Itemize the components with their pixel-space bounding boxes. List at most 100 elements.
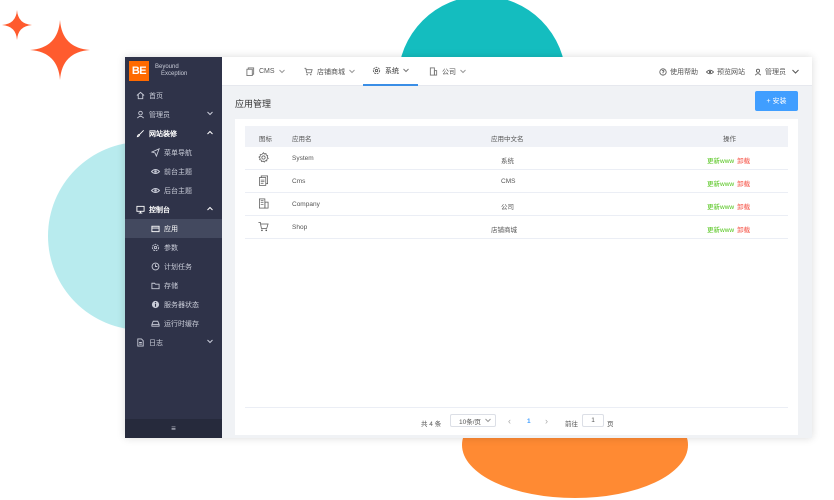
sidebar-item-admin[interactable]: 管理员 xyxy=(125,105,222,124)
logo-line1: Beyound xyxy=(155,63,179,70)
sidebar-item-label: 计划任务 xyxy=(164,263,192,271)
eye-icon xyxy=(149,186,161,195)
cart-icon xyxy=(304,67,313,76)
install-button[interactable]: + 安装 xyxy=(755,91,798,111)
sidebar-item-label: 首页 xyxy=(149,92,163,100)
sidebar-item-label: 菜单导航 xyxy=(164,149,192,157)
brush-icon xyxy=(134,129,146,138)
sidebar-item-label: 参数 xyxy=(164,244,178,252)
update-link[interactable]: 更新www xyxy=(707,204,734,211)
chevron-down-icon xyxy=(403,68,409,73)
app-cn-name: CMS xyxy=(501,178,516,185)
building-icon xyxy=(258,198,269,211)
next-page-button[interactable]: › xyxy=(545,416,548,426)
tab-label: CMS xyxy=(259,68,275,75)
tab-system[interactable]: 系统 xyxy=(363,57,418,86)
sidebar-item-site-decor[interactable]: 网站装修 xyxy=(125,124,222,143)
user-icon xyxy=(134,110,146,119)
gear-icon xyxy=(149,243,161,252)
update-link[interactable]: 更新www xyxy=(707,181,734,188)
sidebar-item-label: 存储 xyxy=(164,282,178,290)
uninstall-link[interactable]: 卸载 xyxy=(737,227,750,234)
chevron-up-icon xyxy=(207,130,213,137)
app-name: Cms xyxy=(292,178,306,185)
send-icon xyxy=(149,148,161,157)
table-row: System 系统 更新www 卸载 xyxy=(245,147,788,170)
sidebar-item-params[interactable]: 参数 xyxy=(125,238,222,257)
tab-label: 店铺商城 xyxy=(317,68,345,76)
table-header: 图标 应用名 应用中文名 操作 xyxy=(245,126,788,147)
chevron-up-icon xyxy=(207,206,213,213)
sidebar-item-apps[interactable]: 应用 xyxy=(125,219,222,238)
sidebar-item-storage[interactable]: 存储 xyxy=(125,276,222,295)
sidebar-item-front-theme[interactable]: 前台主题 xyxy=(125,162,222,181)
sidebar-item-label: 网站装修 xyxy=(149,130,177,138)
sidebar-collapse-button[interactable]: ≡ xyxy=(125,419,222,438)
page-size-select[interactable]: 10条/页 xyxy=(450,414,496,427)
chevron-down-icon xyxy=(792,69,799,74)
logo[interactable]: BE Beyound Exception xyxy=(125,57,222,84)
documents-icon xyxy=(258,175,269,188)
topbar: CMS 店铺商城 系统 公司 使用帮助 预览网站 管理员 xyxy=(222,57,812,86)
sidebar-item-console[interactable]: 控制台 xyxy=(125,200,222,219)
eye-icon xyxy=(149,167,161,176)
tab-company[interactable]: 公司 xyxy=(429,57,466,86)
sidebar-item-label: 运行时缓存 xyxy=(164,320,199,328)
update-link[interactable]: 更新www xyxy=(707,227,734,234)
page-title: 应用管理 xyxy=(235,99,272,109)
logo-line2: Exception xyxy=(161,70,188,77)
building-icon xyxy=(429,67,438,76)
gear-icon xyxy=(258,152,269,165)
sidebar-item-label: 服务器状态 xyxy=(164,301,199,309)
help-link[interactable]: 使用帮助 xyxy=(659,57,698,86)
chevron-down-icon xyxy=(207,339,213,346)
eye-icon xyxy=(706,68,714,76)
clock-icon xyxy=(149,262,161,271)
tab-cms[interactable]: CMS xyxy=(246,57,285,86)
uninstall-link[interactable]: 卸载 xyxy=(737,204,750,211)
app-cn-name: 公司 xyxy=(501,204,514,211)
pagination: 共 4 条 10条/页 ‹ 1 › 前往 1 页 xyxy=(245,407,788,431)
sidebar-item-menu-nav[interactable]: 菜单导航 xyxy=(125,143,222,162)
sidebar-item-runtime-cache[interactable]: 运行时缓存 xyxy=(125,314,222,333)
tab-shop[interactable]: 店铺商城 xyxy=(304,57,355,86)
goto-page-input[interactable]: 1 xyxy=(582,414,604,427)
document-icon xyxy=(134,338,146,347)
app-cn-name: 店铺商城 xyxy=(491,227,517,234)
table-row: Company 公司 更新www 卸载 xyxy=(245,193,788,216)
app-name: Shop xyxy=(292,224,308,231)
uninstall-link[interactable]: 卸载 xyxy=(737,181,750,188)
sidebar-item-label: 管理员 xyxy=(149,111,170,119)
stage: BE Beyound Exception 首页 管理员 网站装修 菜单导航 前台… xyxy=(0,0,834,500)
admin-menu[interactable]: 管理员 xyxy=(754,57,802,86)
sidebar-item-home[interactable]: 首页 xyxy=(125,86,222,105)
sidebar-item-logs[interactable]: 日志 xyxy=(125,333,222,352)
update-link[interactable]: 更新www xyxy=(707,158,734,165)
goto-page-value: 1 xyxy=(591,417,595,424)
cart-icon xyxy=(258,221,269,234)
sidebar-item-label: 应用 xyxy=(164,225,178,233)
preview-link[interactable]: 预览网站 xyxy=(706,57,745,86)
gear-icon xyxy=(372,66,381,75)
monitor-icon xyxy=(134,205,146,214)
box-icon xyxy=(149,224,161,233)
sidebar: BE Beyound Exception 首页 管理员 网站装修 菜单导航 前台… xyxy=(125,57,222,438)
sidebar-item-cron[interactable]: 计划任务 xyxy=(125,257,222,276)
logo-text: Beyound Exception xyxy=(155,64,187,78)
app-name: Company xyxy=(292,201,320,208)
help-label: 使用帮助 xyxy=(670,68,698,76)
page-number-current[interactable]: 1 xyxy=(527,418,531,425)
column-header-cn-name: 应用中文名 xyxy=(491,136,524,143)
goto-label: 前往 xyxy=(565,421,578,428)
prev-page-button[interactable]: ‹ xyxy=(508,416,511,426)
app-name: System xyxy=(292,155,314,162)
sidebar-item-server-status[interactable]: 服务器状态 xyxy=(125,295,222,314)
sidebar-item-back-theme[interactable]: 后台主题 xyxy=(125,181,222,200)
chevron-down-icon xyxy=(485,418,491,425)
sidebar-item-label: 前台主题 xyxy=(164,168,192,176)
home-icon xyxy=(134,91,146,100)
uninstall-link[interactable]: 卸载 xyxy=(737,158,750,165)
sidebar-item-label: 控制台 xyxy=(149,206,170,214)
info-icon xyxy=(149,300,161,309)
sidebar-item-label: 后台主题 xyxy=(164,187,192,195)
